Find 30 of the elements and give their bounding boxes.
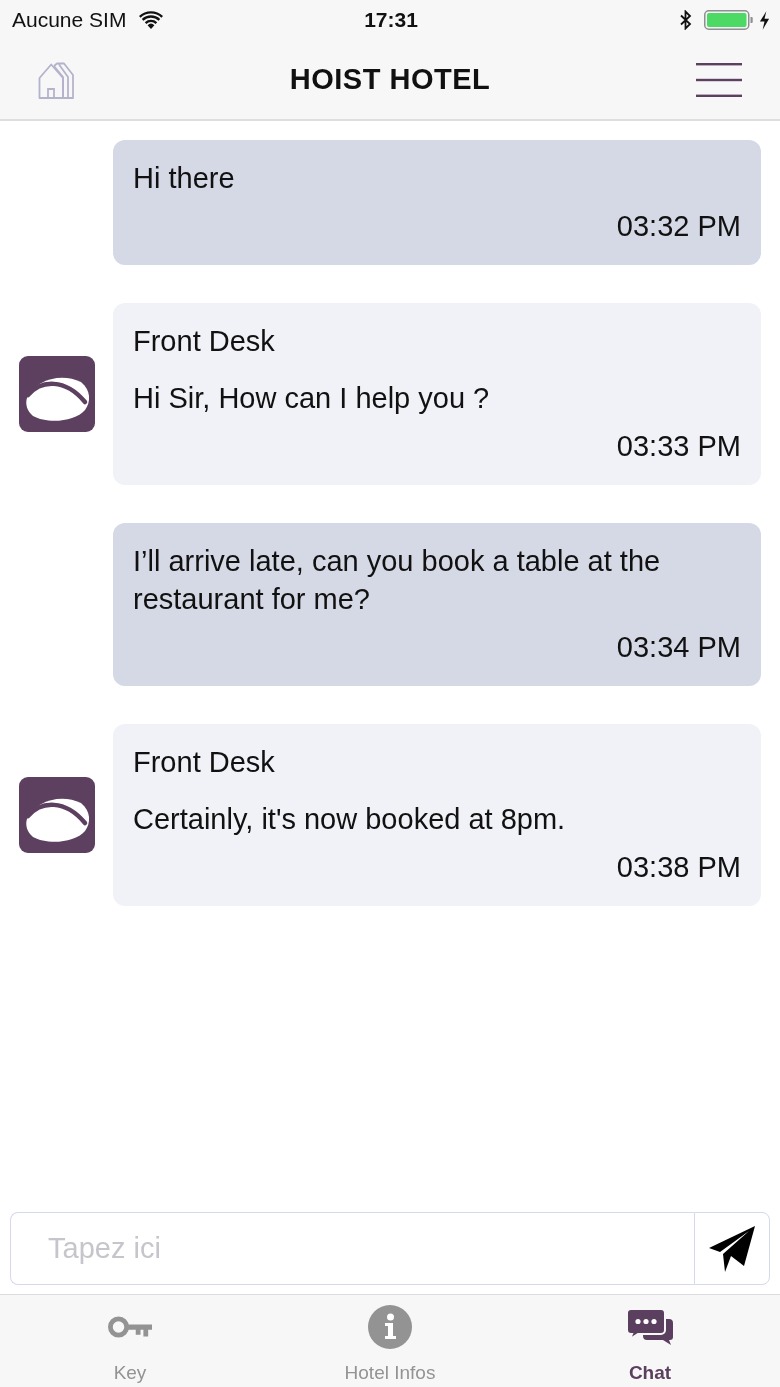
message-text: Hi there	[133, 161, 235, 196]
carrier-name: Aucune SIM	[12, 8, 127, 32]
tab[interactable]: Key	[0, 1295, 260, 1387]
wifi-icon	[139, 11, 164, 29]
charging-icon	[759, 10, 770, 30]
send-button[interactable]	[694, 1212, 770, 1285]
battery-icon	[704, 10, 753, 30]
message-text: Hi Sir, How can I help you ?	[133, 381, 490, 416]
sender-name: Front Desk	[133, 324, 275, 359]
tab[interactable]: Chat	[520, 1295, 780, 1387]
avatar-icon	[19, 356, 95, 432]
avatar-icon	[19, 777, 95, 853]
sender-name: Front Desk	[133, 745, 275, 780]
chat-bubbles-icon	[627, 1309, 673, 1345]
tab[interactable]: Hotel Infos	[260, 1295, 520, 1387]
key-icon	[108, 1315, 152, 1339]
menu-button[interactable]	[696, 62, 742, 97]
message-text: I’ll arrive late, can you book a table at the restaurant for me?	[133, 544, 662, 617]
status-time: 17:31	[364, 8, 418, 32]
message-text: Certainly, it's now booked at 8pm.	[133, 802, 566, 837]
message-input[interactable]: Tapez ici	[10, 1212, 694, 1285]
paper-plane-icon	[709, 1225, 755, 1272]
message-time: 03:32 PM	[616, 209, 741, 244]
message-time: 03:38 PM	[616, 850, 741, 885]
app-title: HOIST HOTEL	[289, 63, 491, 96]
message-time: 03:34 PM	[616, 630, 741, 665]
bluetooth-icon	[680, 10, 692, 30]
menu-icon	[696, 62, 742, 97]
info-icon	[368, 1305, 412, 1349]
message-time: 03:33 PM	[616, 429, 741, 464]
